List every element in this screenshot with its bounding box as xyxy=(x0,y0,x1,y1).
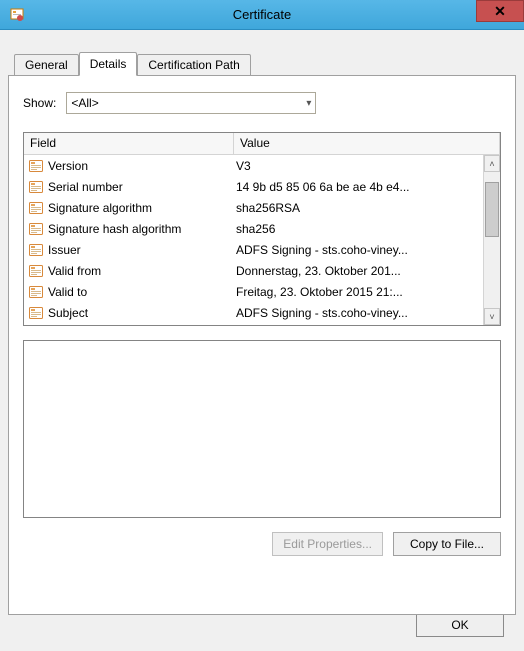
list-item-field: Valid from xyxy=(48,264,236,278)
scroll-down-button[interactable]: ˅ xyxy=(484,308,500,325)
list-item-field: Signature hash algorithm xyxy=(48,222,236,236)
certificate-app-icon xyxy=(9,7,25,23)
list-item-value: sha256RSA xyxy=(236,201,483,215)
list-item-field: Valid to xyxy=(48,285,236,299)
tab-general[interactable]: General xyxy=(14,54,79,75)
list-item-field: Serial number xyxy=(48,180,236,194)
window-title: Certificate xyxy=(0,7,524,22)
list-item[interactable]: Valid toFreitag, 23. Oktober 2015 21:... xyxy=(24,281,483,302)
title-bar: Certificate ✕ xyxy=(0,0,524,30)
chevron-down-icon: ▾ xyxy=(306,98,311,109)
copy-to-file-button[interactable]: Copy to File... xyxy=(393,532,501,556)
certificate-field-icon xyxy=(28,305,44,321)
list-rows: VersionV3Serial number14 9b d5 85 06 6a … xyxy=(24,155,483,325)
certificate-field-icon xyxy=(28,200,44,216)
list-item-value: 14 9b d5 85 06 6a be ae 4b e4... xyxy=(236,180,483,194)
dialog-body: General Details Certification Path Show:… xyxy=(0,30,524,651)
list-item-field: Version xyxy=(48,159,236,173)
show-dropdown[interactable]: <All> ▾ xyxy=(66,92,316,114)
list-item[interactable]: Serial number14 9b d5 85 06 6a be ae 4b … xyxy=(24,176,483,197)
scroll-track[interactable] xyxy=(484,172,500,308)
list-item[interactable]: VersionV3 xyxy=(24,155,483,176)
show-dropdown-value: <All> xyxy=(71,96,98,110)
list-item-value: Freitag, 23. Oktober 2015 21:... xyxy=(236,285,483,299)
scroll-thumb[interactable] xyxy=(485,182,499,237)
list-item-field: Signature algorithm xyxy=(48,201,236,215)
certificate-field-icon xyxy=(28,263,44,279)
column-header-value[interactable]: Value xyxy=(234,133,500,154)
field-detail-textbox[interactable] xyxy=(23,340,501,518)
details-button-row: Edit Properties... Copy to File... xyxy=(23,532,501,556)
list-header: Field Value xyxy=(24,133,500,155)
list-item-value: ADFS Signing - sts.coho-viney... xyxy=(236,243,483,257)
list-item[interactable]: Signature algorithmsha256RSA xyxy=(24,197,483,218)
show-row: Show: <All> ▾ xyxy=(23,92,501,114)
show-label: Show: xyxy=(23,96,56,110)
list-item[interactable]: Signature hash algorithmsha256 xyxy=(24,218,483,239)
certificate-field-icon xyxy=(28,284,44,300)
list-item-field: Subject xyxy=(48,306,236,320)
edit-properties-button: Edit Properties... xyxy=(272,532,383,556)
dialog-button-row: OK xyxy=(416,613,504,637)
tab-strip: General Details Certification Path xyxy=(14,52,516,75)
chevron-up-icon: ˄ xyxy=(489,159,494,169)
list-item[interactable]: Valid fromDonnerstag, 23. Oktober 201... xyxy=(24,260,483,281)
column-header-field[interactable]: Field xyxy=(24,133,234,154)
certificate-field-list: Field Value VersionV3Serial number14 9b … xyxy=(23,132,501,326)
list-item-value: Donnerstag, 23. Oktober 201... xyxy=(236,264,483,278)
list-item-value: ADFS Signing - sts.coho-viney... xyxy=(236,306,483,320)
list-item[interactable]: SubjectADFS Signing - sts.coho-viney... xyxy=(24,302,483,323)
list-item-value: V3 xyxy=(236,159,483,173)
certificate-field-icon xyxy=(28,221,44,237)
tab-details[interactable]: Details xyxy=(79,52,138,76)
chevron-down-icon: ˅ xyxy=(489,312,494,322)
certificate-field-icon xyxy=(28,179,44,195)
tab-certification-path[interactable]: Certification Path xyxy=(137,54,250,75)
ok-button[interactable]: OK xyxy=(416,613,504,637)
vertical-scrollbar[interactable]: ˄ ˅ xyxy=(483,155,500,325)
list-item-value: sha256 xyxy=(236,222,483,236)
close-button[interactable]: ✕ xyxy=(476,0,524,22)
close-icon: ✕ xyxy=(494,3,506,20)
tab-panel-details: Show: <All> ▾ Field Value VersionV3Seria… xyxy=(8,75,516,615)
list-body: VersionV3Serial number14 9b d5 85 06 6a … xyxy=(24,155,500,325)
certificate-field-icon xyxy=(28,242,44,258)
scroll-up-button[interactable]: ˄ xyxy=(484,155,500,172)
certificate-field-icon xyxy=(28,158,44,174)
list-item[interactable]: IssuerADFS Signing - sts.coho-viney... xyxy=(24,239,483,260)
list-item-field: Issuer xyxy=(48,243,236,257)
